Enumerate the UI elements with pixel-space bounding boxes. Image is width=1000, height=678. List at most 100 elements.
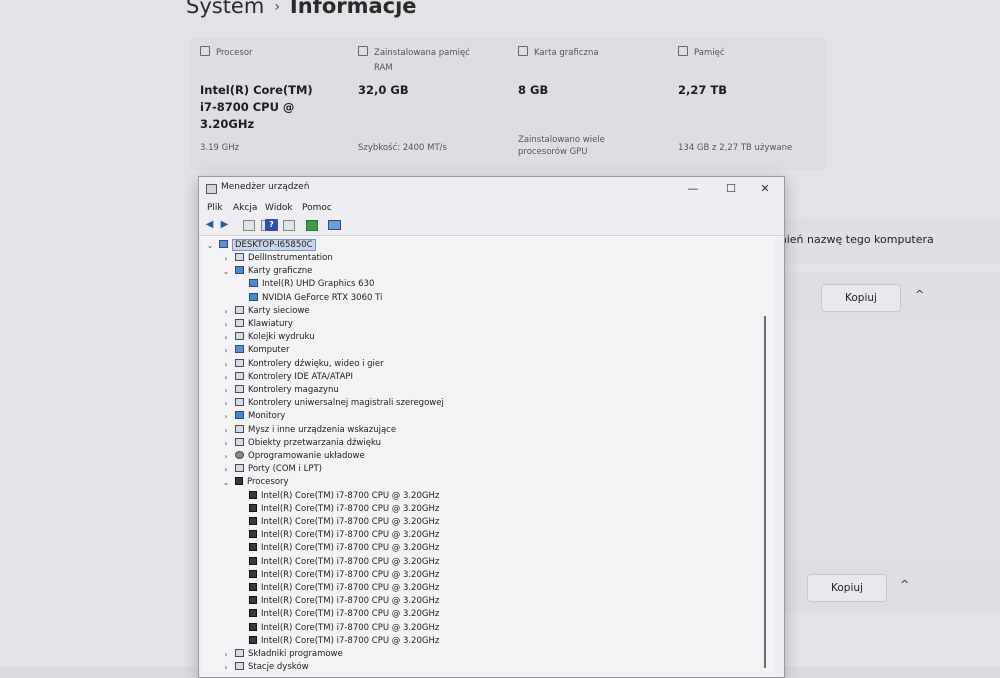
rename-computer-button[interactable]: mień nazwę tego komputera: [770, 218, 1000, 264]
chevron-right-icon[interactable]: ›: [221, 648, 231, 661]
tree-item-label: DellInstrumentation: [248, 253, 333, 263]
tree-category[interactable]: › Mysz i inne urządzenia wskazujące: [224, 424, 396, 437]
properties-icon[interactable]: [243, 220, 255, 231]
tree-device[interactable]: Intel(R) Core(TM) i7-8700 CPU @ 3.20GHz: [249, 595, 439, 608]
chevron-right-icon[interactable]: ›: [221, 252, 231, 265]
chevron-right-icon[interactable]: ›: [221, 305, 231, 318]
maximize-button[interactable]: ☐: [717, 180, 745, 198]
tree-item-label: Kontrolery dźwięku, wideo i gier: [248, 358, 384, 369]
tree-category[interactable]: › Kontrolery uniwersalnej magistrali szer…: [224, 397, 444, 410]
tree-category[interactable]: ⌄ Karty graficzne: [223, 265, 312, 278]
spec-value: 32,0 GB: [358, 83, 409, 97]
storage-icon: [235, 385, 244, 393]
tree-device[interactable]: Intel(R) Core(TM) i7-8700 CPU @ 3.20GHz: [249, 622, 439, 635]
chevron-right-icon[interactable]: ›: [221, 410, 231, 423]
tree-device[interactable]: Intel(R) Core(TM) i7-8700 CPU @ 3.20GHz: [249, 582, 439, 595]
tree-item-label: Kontrolery IDE ATA/ATAPI: [248, 371, 354, 382]
menu-file[interactable]: Plik: [207, 203, 223, 213]
tree-device[interactable]: Intel(R) Core(TM) i7-8700 CPU @ 3.20GHz: [249, 503, 439, 516]
chevron-right-icon[interactable]: ›: [221, 344, 231, 357]
chevron-down-icon[interactable]: ⌄: [221, 265, 231, 278]
tree-category[interactable]: › DellInstrumentation: [224, 252, 333, 265]
tree-category[interactable]: › Oprogramowanie układowe: [224, 450, 365, 463]
tree-device[interactable]: Intel(R) Core(TM) i7-8700 CPU @ 3.20GHz: [249, 608, 439, 621]
tree-item-label: Kontrolery magazynu: [248, 385, 339, 395]
chevron-right-icon[interactable]: ›: [221, 437, 231, 450]
chevron-right-icon[interactable]: ›: [221, 331, 231, 344]
title-bar[interactable]: Menedżer urządzeń — ☐ ✕: [199, 177, 784, 201]
chevron-right-icon[interactable]: ›: [221, 463, 231, 476]
chevron-right-icon[interactable]: ›: [221, 358, 231, 371]
tree-device[interactable]: Intel(R) Core(TM) i7-8700 CPU @ 3.20GHz: [249, 529, 439, 542]
tree-device[interactable]: Intel(R) Core(TM) i7-8700 CPU @ 3.20GHz: [249, 569, 439, 582]
spec-subtext: Zainstalowano wiele procesorów GPU: [518, 135, 605, 157]
page-title: Informacje: [289, 0, 417, 18]
speaker-icon: [235, 358, 244, 367]
menu-action[interactable]: Akcja: [233, 203, 257, 213]
tree-category[interactable]: › Składniki programowe: [224, 648, 343, 661]
tree-item-label: Intel(R) Core(TM) i7-8700 CPU @ 3.20GHz: [261, 583, 440, 593]
tree-device[interactable]: Intel(R) Core(TM) i7-8700 CPU @ 3.20GHz: [249, 556, 439, 569]
tree-category[interactable]: › Kontrolery dźwięku, wideo i gier: [224, 358, 384, 371]
tree-category[interactable]: › Klawiatury: [224, 318, 293, 331]
tree-root[interactable]: ⌄ DESKTOP-I65850C: [207, 239, 316, 252]
tree-category[interactable]: › Obiekty przetwarzania dźwięku: [224, 437, 381, 450]
close-button[interactable]: ✕: [751, 180, 779, 198]
tree-category[interactable]: › Stacje dysków: [224, 661, 309, 674]
chevron-right-icon[interactable]: ›: [221, 661, 231, 674]
tree-category[interactable]: › Kolejki wydruku: [224, 331, 315, 344]
properties-icon[interactable]: [283, 220, 295, 231]
tree-item-label: Stacje dysków: [248, 662, 309, 673]
tree-device[interactable]: Intel(R) Core(TM) i7-8700 CPU @ 3.20GHz: [249, 635, 439, 648]
scan-icon[interactable]: [306, 220, 318, 231]
chevron-up-icon[interactable]: ^: [915, 288, 924, 301]
back-arrow-icon[interactable]: ◀: [203, 219, 216, 231]
copy-button[interactable]: Kopiuj: [807, 574, 887, 602]
chevron-down-icon[interactable]: ⌄: [205, 239, 215, 252]
menu-view[interactable]: Widok: [265, 203, 293, 213]
tree-category[interactable]: › Kontrolery magazynu: [224, 384, 339, 397]
tree-device[interactable]: Intel(R) Core(TM) i7-8700 CPU @ 3.20GHz: [249, 490, 439, 503]
tree-category[interactable]: › Karty sieciowe: [224, 305, 310, 318]
cpu-icon: [249, 517, 257, 525]
chevron-right-icon[interactable]: ›: [221, 371, 231, 384]
breadcrumb-separator-icon: ›: [274, 0, 280, 15]
tree-category[interactable]: › Porty (COM i LPT): [224, 463, 322, 476]
menu-help[interactable]: Pomoc: [302, 203, 332, 213]
tree-item-label: Intel(R) Core(TM) i7-8700 CPU @ 3.20GHz: [261, 530, 440, 541]
monitor-icon[interactable]: [328, 220, 341, 230]
chevron-right-icon[interactable]: ›: [221, 318, 231, 331]
breadcrumb-parent[interactable]: System: [186, 0, 264, 18]
tree-category[interactable]: › Monitory: [224, 410, 286, 423]
spec-value: 2,27 TB: [678, 83, 727, 97]
forward-arrow-icon[interactable]: ▶: [218, 219, 231, 231]
chevron-up-icon[interactable]: ^: [900, 578, 909, 591]
help-icon[interactable]: ?: [265, 219, 278, 231]
settings-card-body: [785, 322, 1000, 562]
tree-device[interactable]: Intel(R) UHD Graphics 630: [249, 278, 374, 291]
cpu-icon: [249, 530, 257, 539]
tree-item-label: Intel(R) Core(TM) i7-8700 CPU @ 3.20GHz: [261, 503, 440, 514]
tree-category[interactable]: › Komputer: [224, 344, 289, 357]
chevron-right-icon[interactable]: ›: [221, 450, 231, 463]
tree-category[interactable]: ⌄ Procesory: [223, 476, 289, 489]
tree-device[interactable]: NVIDIA GeForce RTX 3060 Ti: [249, 292, 382, 305]
copy-button[interactable]: Kopiuj: [821, 284, 901, 312]
tree-item-label: Monitory: [248, 411, 286, 422]
menu-bar: Plik Akcja Widok Pomoc: [199, 201, 784, 217]
controller-icon: [235, 371, 244, 380]
chevron-right-icon[interactable]: ›: [221, 424, 231, 437]
cpu-icon: [249, 490, 257, 499]
vertical-scrollbar[interactable]: [764, 316, 766, 668]
minimize-button[interactable]: —: [679, 180, 707, 198]
cpu-icon: [249, 635, 257, 644]
tree-device[interactable]: Intel(R) Core(TM) i7-8700 CPU @ 3.20GHz: [249, 542, 439, 555]
chevron-right-icon[interactable]: ›: [221, 397, 231, 410]
tree-device[interactable]: Intel(R) Core(TM) i7-8700 CPU @ 3.20GHz: [249, 516, 439, 529]
spec-label: Procesor: [216, 48, 253, 58]
usb-icon: [235, 398, 244, 407]
spec-value: Intel(R) Core(TM) i7-8700 CPU @3.20GHz: [200, 83, 313, 131]
tree-category[interactable]: › Kontrolery IDE ATA/ATAPI: [224, 371, 354, 384]
chevron-down-icon[interactable]: ⌄: [221, 476, 231, 489]
chevron-right-icon[interactable]: ›: [221, 384, 231, 397]
